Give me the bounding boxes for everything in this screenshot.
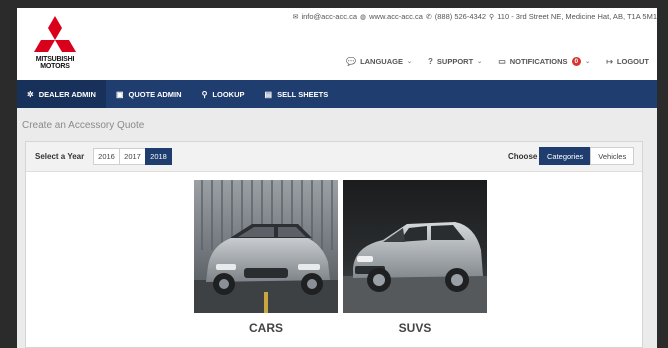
logo-text-line2: MOTORS: [40, 63, 70, 70]
header: MITSUBISHI MOTORS ✉ info@acc-acc.ca ◍ ww…: [17, 8, 657, 80]
nav-sell-sheets-label: SELL SHEETS: [277, 89, 329, 99]
notifications-count-badge: 0: [571, 57, 582, 66]
contact-website[interactable]: www.acc-acc.ca: [369, 12, 423, 21]
contact-bar: ✉ info@acc-acc.ca ◍ www.acc-acc.ca ✆ (88…: [293, 12, 657, 21]
logout-link[interactable]: ↦ LOGOUT: [606, 57, 649, 66]
logout-label: LOGOUT: [616, 57, 649, 66]
logout-icon: ↦: [606, 57, 613, 66]
category-cards: CARS SUVS: [26, 172, 642, 348]
contact-phone[interactable]: (888) 526-4342: [435, 12, 486, 21]
hatchback-car-image: [194, 180, 338, 313]
main-content: Create an Accessory Quote Select a Year …: [17, 108, 657, 348]
help-circle-icon: ?: [428, 57, 433, 66]
document-icon: ▤: [264, 89, 273, 99]
suv-image: [343, 180, 487, 313]
main-nav: ✲ DEALER ADMIN ▣ QUOTE ADMIN ⚲ LOOKUP ▤ …: [17, 80, 657, 108]
quote-panel: Select a Year 2016 2017 2018 Choose Cate…: [25, 141, 643, 348]
quote-icon: ▣: [115, 89, 124, 99]
speech-bubble-icon: 💬: [346, 57, 357, 66]
year-button-2016[interactable]: 2016: [93, 148, 120, 165]
logo-text-line1: MITSUBISHI: [35, 56, 75, 63]
category-card-cars[interactable]: CARS: [194, 180, 338, 335]
support-label: SUPPORT: [436, 57, 474, 66]
year-selector: 2016 2017 2018: [93, 148, 172, 165]
nav-sell-sheets[interactable]: ▤ SELL SHEETS: [255, 80, 339, 108]
nav-lookup[interactable]: ⚲ LOOKUP: [192, 80, 255, 108]
choose-label: Choose: [508, 152, 538, 161]
nav-lookup-label: LOOKUP: [212, 89, 245, 99]
choose-vehicles-button[interactable]: Vehicles: [590, 147, 635, 165]
contact-address: 110 - 3rd Street NE, Medicine Hat, AB, T…: [497, 12, 657, 21]
chevron-down-icon: ⌄: [585, 59, 591, 65]
phone-icon: ✆: [425, 13, 432, 21]
suvs-image[interactable]: [343, 180, 487, 313]
envelope-icon: ✉: [292, 13, 299, 21]
nav-dealer-admin[interactable]: ✲ DEALER ADMIN: [17, 80, 106, 108]
year-button-2018[interactable]: 2018: [145, 148, 172, 165]
inbox-icon: ▭: [498, 57, 506, 66]
utility-nav: 💬 LANGUAGE ⌄ ? SUPPORT ⌄ ▭ NOTIFICATIONS…: [346, 57, 649, 66]
year-label: Select a Year: [35, 152, 85, 161]
gear-icon: ✲: [27, 89, 34, 99]
map-marker-icon: ⚲: [489, 13, 495, 21]
category-card-suvs[interactable]: SUVS: [343, 180, 487, 335]
chevron-down-icon: ⌄: [477, 59, 483, 65]
year-button-2017[interactable]: 2017: [119, 148, 146, 165]
chevron-down-icon: ⌄: [406, 59, 413, 65]
globe-icon: ◍: [360, 13, 367, 21]
contact-email[interactable]: info@acc-acc.ca: [301, 12, 357, 21]
panel-header: Select a Year 2016 2017 2018 Choose Cate…: [26, 142, 642, 172]
category-label-cars[interactable]: CARS: [194, 321, 338, 335]
app-window: MITSUBISHI MOTORS ✉ info@acc-acc.ca ◍ ww…: [17, 8, 657, 348]
notifications-menu[interactable]: ▭ NOTIFICATIONS 0 ⌄: [498, 57, 590, 66]
choose-toggle: Categories Vehicles: [539, 147, 635, 165]
page-title: Create an Accessory Quote: [22, 120, 145, 131]
language-label: LANGUAGE: [360, 57, 403, 66]
brand-logo[interactable]: MITSUBISHI MOTORS: [27, 16, 83, 74]
mitsubishi-diamonds-icon: [34, 16, 76, 52]
nav-quote-admin[interactable]: ▣ QUOTE ADMIN: [106, 80, 192, 108]
cars-image[interactable]: [194, 180, 338, 313]
language-menu[interactable]: 💬 LANGUAGE ⌄: [346, 57, 412, 66]
notifications-label: NOTIFICATIONS: [509, 57, 568, 66]
nav-quote-admin-label: QUOTE ADMIN: [128, 89, 182, 99]
support-menu[interactable]: ? SUPPORT ⌄: [428, 57, 482, 66]
search-icon: ⚲: [201, 89, 208, 99]
nav-dealer-admin-label: DEALER ADMIN: [38, 89, 96, 99]
choose-categories-button[interactable]: Categories: [539, 147, 592, 165]
category-label-suvs[interactable]: SUVS: [343, 321, 487, 335]
